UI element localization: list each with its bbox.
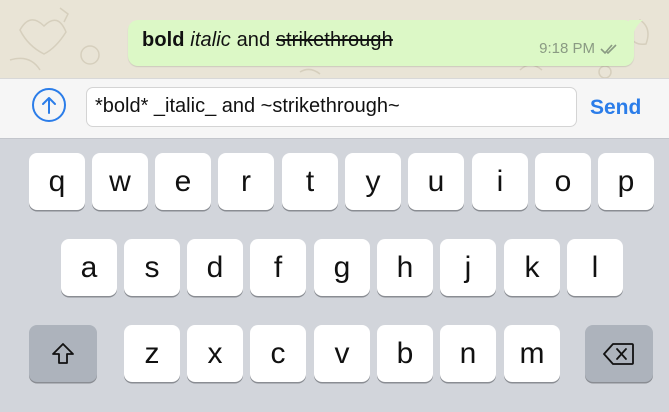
key-r[interactable]: r: [218, 153, 274, 210]
key-g[interactable]: g: [314, 239, 370, 296]
key-i[interactable]: i: [472, 153, 528, 210]
key-w[interactable]: w: [92, 153, 148, 210]
message-italic-text: italic: [190, 29, 231, 51]
key-s[interactable]: s: [124, 239, 180, 296]
message-time: 9:18 PM: [539, 40, 595, 57]
message-bold-text: bold: [142, 29, 185, 51]
upload-arrow-icon[interactable]: [32, 88, 66, 122]
key-u[interactable]: u: [408, 153, 464, 210]
shift-icon[interactable]: [29, 325, 97, 382]
key-p[interactable]: p: [598, 153, 654, 210]
key-k[interactable]: k: [504, 239, 560, 296]
key-v[interactable]: v: [314, 325, 370, 382]
key-m[interactable]: m: [504, 325, 560, 382]
key-x[interactable]: x: [187, 325, 243, 382]
key-f[interactable]: f: [250, 239, 306, 296]
message-strike-text: strikethrough: [275, 29, 393, 51]
key-b[interactable]: b: [377, 325, 433, 382]
message-plain-text: and: [236, 29, 271, 51]
chat-background: bold italic and strikethrough 9:18 PM: [0, 0, 669, 78]
message-input[interactable]: *bold* _italic_ and ~strikethrough~: [86, 87, 577, 127]
send-button[interactable]: Send: [590, 96, 641, 120]
keyboard: q w e r t y u i o p a s d f g h j k l z …: [0, 138, 669, 412]
message-meta: 9:18 PM: [539, 40, 620, 57]
key-z[interactable]: z: [124, 325, 180, 382]
key-a[interactable]: a: [61, 239, 117, 296]
key-q[interactable]: q: [29, 153, 85, 210]
key-n[interactable]: n: [440, 325, 496, 382]
bubble-tail: [629, 20, 643, 34]
key-c[interactable]: c: [250, 325, 306, 382]
message-text: bold italic and strikethrough: [142, 29, 393, 52]
key-l[interactable]: l: [567, 239, 623, 296]
key-y[interactable]: y: [345, 153, 401, 210]
key-j[interactable]: j: [440, 239, 496, 296]
double-check-icon: [600, 43, 617, 54]
message-bubble[interactable]: bold italic and strikethrough 9:18 PM: [128, 20, 643, 66]
key-e[interactable]: e: [155, 153, 211, 210]
key-h[interactable]: h: [377, 239, 433, 296]
key-d[interactable]: d: [187, 239, 243, 296]
key-o[interactable]: o: [535, 153, 591, 210]
key-t[interactable]: t: [282, 153, 338, 210]
backspace-icon[interactable]: [585, 325, 653, 382]
